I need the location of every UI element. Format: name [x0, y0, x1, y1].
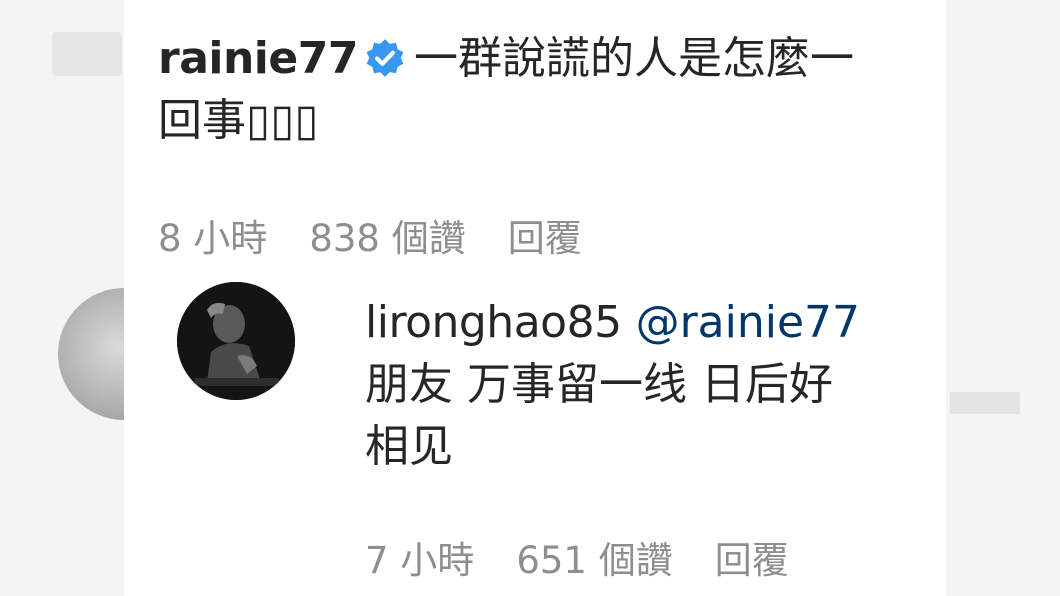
reply-button[interactable]: 回覆 — [715, 530, 789, 584]
comment-line: rainie77 一群說謊的人是怎麼一 — [158, 28, 948, 90]
reply-text-line1: 朋友 万事留一线 日后好 — [365, 359, 833, 410]
avatar[interactable] — [177, 282, 295, 400]
reply-item: lironghao85 @rainie77 朋友 万事留一线 日后好 相见 — [365, 292, 955, 478]
reply-text-line2: 相见 — [365, 421, 453, 472]
reply-meta: 7 小時 651 個讚 回覆 — [365, 530, 789, 584]
reply-button[interactable]: 回覆 — [508, 208, 582, 262]
reply-line: lironghao85 @rainie77 — [365, 292, 955, 354]
reply-username[interactable]: lironghao85 — [365, 297, 622, 348]
blurred-background-block — [950, 392, 1020, 414]
comment-text-line1: 一群說謊的人是怎麼一 — [413, 33, 854, 84]
comment-meta: 8 小時 838 個讚 回覆 — [158, 208, 582, 262]
comment-time[interactable]: 8 小時 — [158, 208, 267, 262]
comment-username[interactable]: rainie77 — [158, 33, 358, 84]
comment-likes[interactable]: 838 個讚 — [309, 208, 465, 262]
avatar-photo — [177, 282, 295, 400]
comment-text-line2: 回事▯▯▯ — [158, 95, 319, 146]
verified-badge-icon — [366, 39, 404, 77]
blurred-background-block — [52, 32, 122, 76]
reply-time[interactable]: 7 小時 — [365, 530, 474, 584]
comment-item: rainie77 一群說謊的人是怎麼一 回事▯▯▯ — [158, 28, 948, 152]
mention-link[interactable]: @rainie77 — [636, 297, 860, 348]
reply-likes[interactable]: 651 個讚 — [516, 530, 672, 584]
